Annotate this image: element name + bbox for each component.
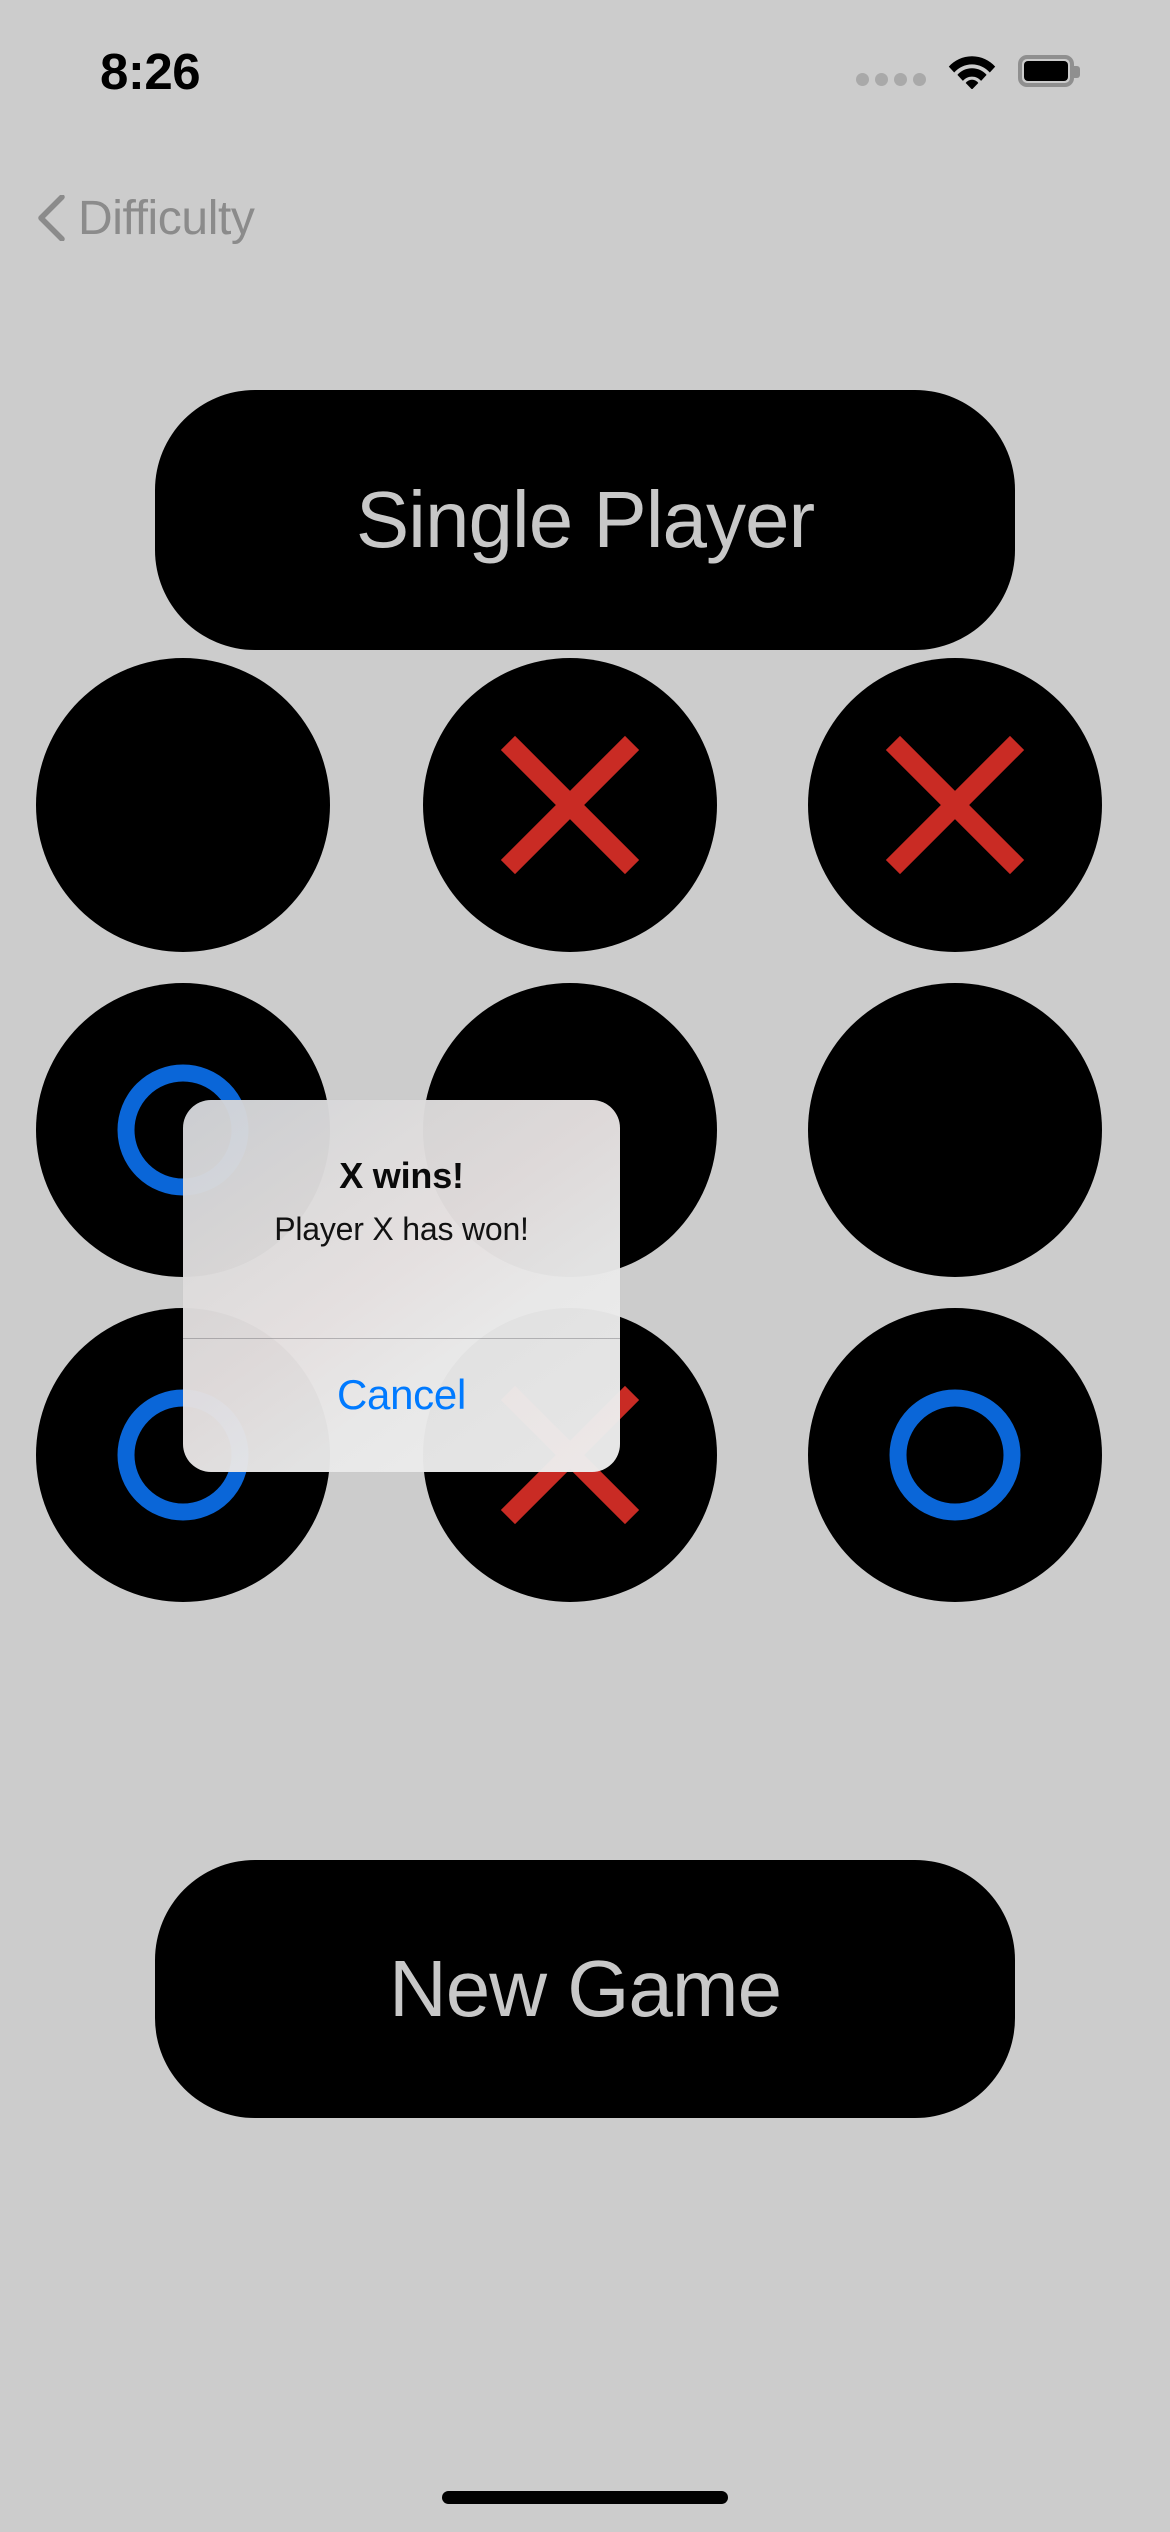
wifi-icon xyxy=(948,56,996,89)
cell-1-2[interactable] xyxy=(808,983,1102,1277)
status-bar: 8:26 xyxy=(0,0,1170,130)
single-player-button-label: Single Player xyxy=(355,475,815,564)
status-bar-indicators xyxy=(856,53,1080,89)
board-row xyxy=(36,658,1134,952)
new-game-button[interactable]: New Game xyxy=(155,1860,1015,2118)
o-mark-icon xyxy=(889,1389,1021,1521)
single-player-button[interactable]: Single Player xyxy=(155,390,1015,650)
alert-cancel-button[interactable]: Cancel xyxy=(183,1339,620,1472)
cell-0-2[interactable] xyxy=(808,658,1102,952)
cell-0-1[interactable] xyxy=(423,658,717,952)
battery-full-icon xyxy=(1018,55,1080,87)
cell-2-2[interactable] xyxy=(808,1308,1102,1602)
back-button[interactable]: Difficulty xyxy=(22,178,269,258)
status-bar-time: 8:26 xyxy=(100,42,201,100)
cell-0-0[interactable] xyxy=(36,658,330,952)
chevron-left-icon xyxy=(38,195,65,241)
x-mark-icon xyxy=(500,735,640,875)
alert-message: Player X has won! xyxy=(274,1211,529,1248)
back-button-label: Difficulty xyxy=(78,191,255,245)
alert-cancel-label: Cancel xyxy=(337,1371,466,1418)
x-mark-icon xyxy=(885,735,1025,875)
alert-title: X wins! xyxy=(339,1155,464,1196)
alert-dialog: X wins! Player X has won! Cancel xyxy=(183,1100,620,1472)
new-game-button-label: New Game xyxy=(388,1944,782,2033)
cellular-dots-icon xyxy=(856,72,926,86)
alert-content: X wins! Player X has won! xyxy=(183,1100,620,1249)
home-indicator-bar[interactable] xyxy=(442,2491,728,2504)
